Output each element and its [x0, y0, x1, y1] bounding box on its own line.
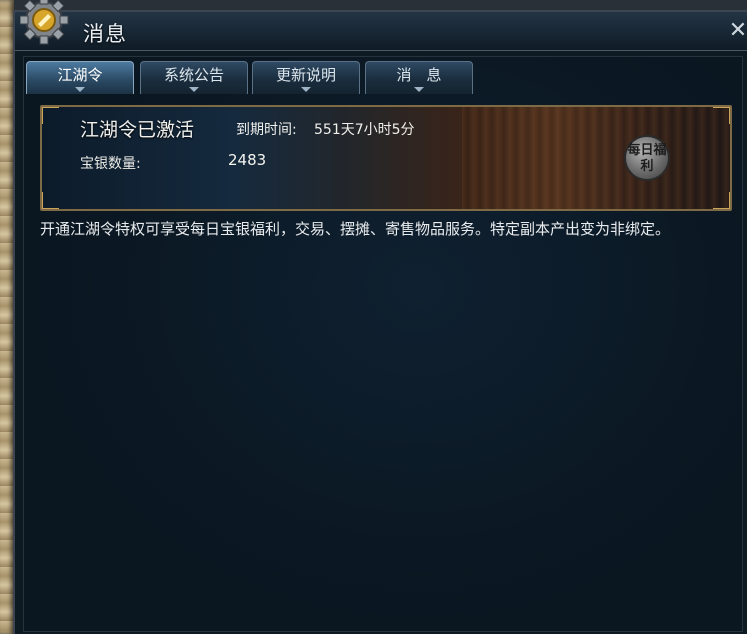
chevron-down-icon — [189, 87, 199, 92]
tab-label: 更新说明 — [275, 66, 336, 84]
token-status-banner: 江湖令已激活 到期时间: 551天7小时5分 宝银数量: 2483 每日福利 — [40, 105, 732, 211]
close-button[interactable]: ✕ — [727, 20, 747, 42]
activation-status: 江湖令已激活 — [80, 119, 195, 141]
tab-label: 系统公告 — [163, 66, 224, 84]
banner-background-art — [462, 107, 730, 209]
gear-logo-icon — [20, 0, 69, 45]
banner-corner-ornament — [42, 107, 59, 124]
tab-label: 消 息 — [396, 66, 442, 84]
daily-benefit-seal-icon[interactable]: 每日福利 — [624, 135, 670, 181]
banner-corner-ornament — [42, 192, 59, 209]
chevron-down-icon — [414, 87, 424, 92]
banner-corner-ornament — [713, 107, 730, 124]
banner-corner-ornament — [713, 192, 730, 209]
chevron-down-icon — [301, 87, 311, 92]
window-titlebar[interactable]: 消息 ✕ — [15, 0, 747, 51]
tab-jianghu-token[interactable]: 江湖令 — [26, 61, 134, 94]
chevron-down-icon — [75, 87, 85, 92]
background-scroll-strip — [0, 0, 14, 634]
privilege-description: 开通江湖令特权可享受每日宝银福利，交易、摆摊、寄售物品服务。特定副本产出变为非绑… — [40, 220, 671, 238]
game-screen: 消息 ✕ 江湖令 系统公告 更新说明 消 息 江湖令已激活 到期时间: 551天… — [0, 0, 747, 634]
window-title: 消息 — [83, 22, 127, 46]
expiry-value: 551天7小时5分 — [314, 122, 415, 138]
tab-label: 江湖令 — [57, 66, 103, 84]
silver-count-value: 2483 — [228, 151, 267, 169]
seal-text: 每日福利 — [627, 143, 667, 174]
close-icon: ✕ — [728, 18, 747, 43]
content-panel: 江湖令 系统公告 更新说明 消 息 江湖令已激活 到期时间: 551天7小时5分… — [23, 56, 743, 632]
message-window: 消息 ✕ 江湖令 系统公告 更新说明 消 息 江湖令已激活 到期时间: 551天… — [13, 0, 747, 634]
tab-system-announcement[interactable]: 系统公告 — [140, 61, 248, 94]
expiry-label: 到期时间: — [236, 122, 297, 138]
silver-count-label: 宝银数量: — [80, 156, 141, 172]
tab-update-notes[interactable]: 更新说明 — [252, 61, 360, 94]
tab-messages[interactable]: 消 息 — [365, 61, 473, 94]
